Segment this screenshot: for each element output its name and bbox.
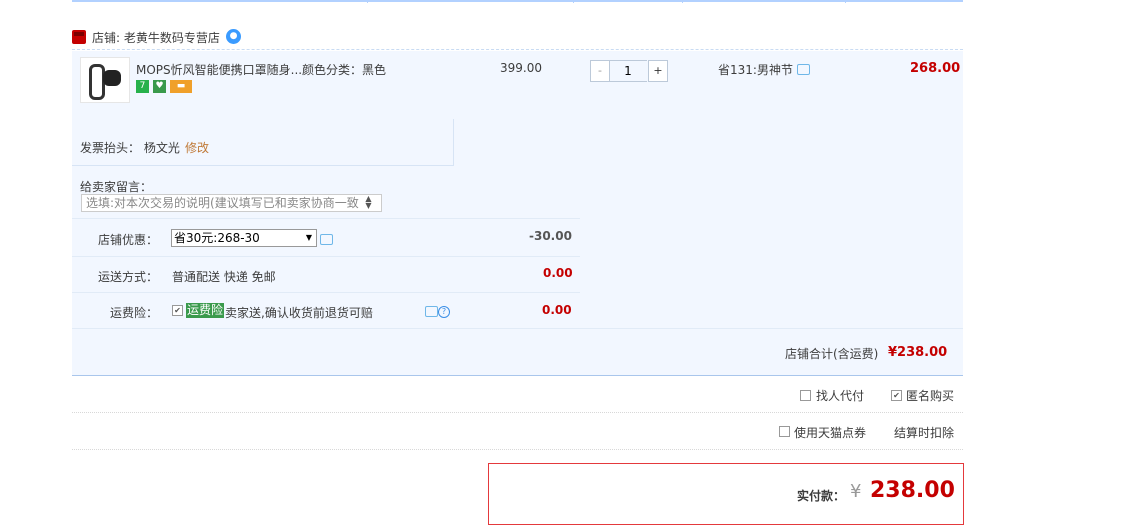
product-thumbnail[interactable]: [80, 57, 130, 103]
shop-total-label: 店铺合计(含运费): [785, 347, 879, 361]
quantity-increase-button[interactable]: +: [648, 60, 668, 82]
divider: [72, 449, 963, 450]
discount-label: 店铺优惠：: [97, 233, 158, 247]
discount-amount: -30.00: [529, 229, 572, 243]
payment-label: 实付款：: [797, 489, 846, 503]
quantity-input[interactable]: 1: [609, 60, 647, 82]
insurance-amount: 0.00: [542, 303, 572, 317]
shipping-label: 运送方式：: [97, 270, 158, 284]
promotion-text: 省131:男神节: [718, 63, 793, 77]
divider: [72, 256, 580, 257]
card-payment-icon[interactable]: ▬: [170, 80, 192, 93]
header-separator: [573, 0, 574, 3]
comment-icon[interactable]: [797, 64, 810, 75]
shop-total-value: ¥238.00: [888, 345, 948, 360]
invoice-name: 杨文光: [143, 141, 180, 155]
divider: [72, 412, 963, 413]
proxy-pay-label[interactable]: 找人代付: [816, 387, 864, 404]
item-subtotal: 268.00: [910, 61, 961, 76]
insurance-label: 运费险：: [109, 306, 158, 320]
guarantee-icon[interactable]: ♥: [153, 80, 166, 93]
shipping-amount: 0.00: [543, 266, 573, 280]
quantity-decrease-button[interactable]: -: [590, 60, 610, 82]
textarea-scroll-arrows[interactable]: ▲ ▼: [361, 195, 376, 211]
divider: [72, 328, 963, 329]
seller-message-label: 给卖家留言：: [80, 180, 153, 194]
divider: [72, 218, 580, 219]
payment-value: 238.00: [870, 478, 955, 503]
comment-icon[interactable]: [425, 306, 438, 317]
header-separator: [367, 0, 368, 3]
tmall-shop-icon: [72, 30, 86, 44]
proxy-pay-checkbox[interactable]: [800, 390, 811, 401]
tmall-points-label[interactable]: 使用天猫点券: [794, 424, 866, 441]
unit-price: 399.00: [500, 61, 542, 75]
anonymous-label[interactable]: 匿名购买: [906, 387, 954, 404]
comment-icon[interactable]: [320, 234, 333, 245]
help-icon[interactable]: ?: [438, 306, 450, 318]
chevron-down-icon: ▼: [305, 233, 312, 242]
shop-name[interactable]: 店铺: 老黄牛数码专营店: [92, 29, 220, 46]
seller-message-input[interactable]: 选填:对本次交易的说明(建议填写已和卖家协商一致: [81, 194, 382, 212]
settle-deduct-label: 结算时扣除: [894, 426, 955, 440]
invoice-modify-link[interactable]: 修改: [185, 139, 209, 156]
seven-day-return-icon[interactable]: 7: [136, 80, 149, 93]
invoice-label: 发票抬头： 杨文光: [80, 141, 180, 155]
table-top-border: [72, 0, 963, 2]
divider: [72, 292, 580, 293]
product-title-link[interactable]: MOPS忻风智能便携口罩随身...: [136, 61, 302, 78]
insurance-tag: 运费险: [186, 303, 225, 318]
header-separator: [682, 0, 683, 3]
panel-bottom-border: [72, 375, 963, 376]
insurance-checkbox[interactable]: ✔: [172, 305, 183, 316]
header-separator: [845, 0, 846, 3]
product-sku: 颜色分类：黑色: [302, 63, 387, 77]
shop-divider: [72, 49, 963, 50]
anonymous-checkbox[interactable]: ✔: [891, 390, 902, 401]
shipping-method: 普通配送 快递 免邮: [172, 270, 276, 284]
currency-symbol: ¥: [850, 481, 862, 502]
insurance-text: 卖家送,确认收货前退货可赔: [225, 306, 373, 320]
wangwang-chat-icon[interactable]: ●: [226, 29, 241, 44]
discount-select[interactable]: 省30元:268-30 ▼: [171, 229, 317, 247]
tmall-points-checkbox[interactable]: [779, 426, 790, 437]
